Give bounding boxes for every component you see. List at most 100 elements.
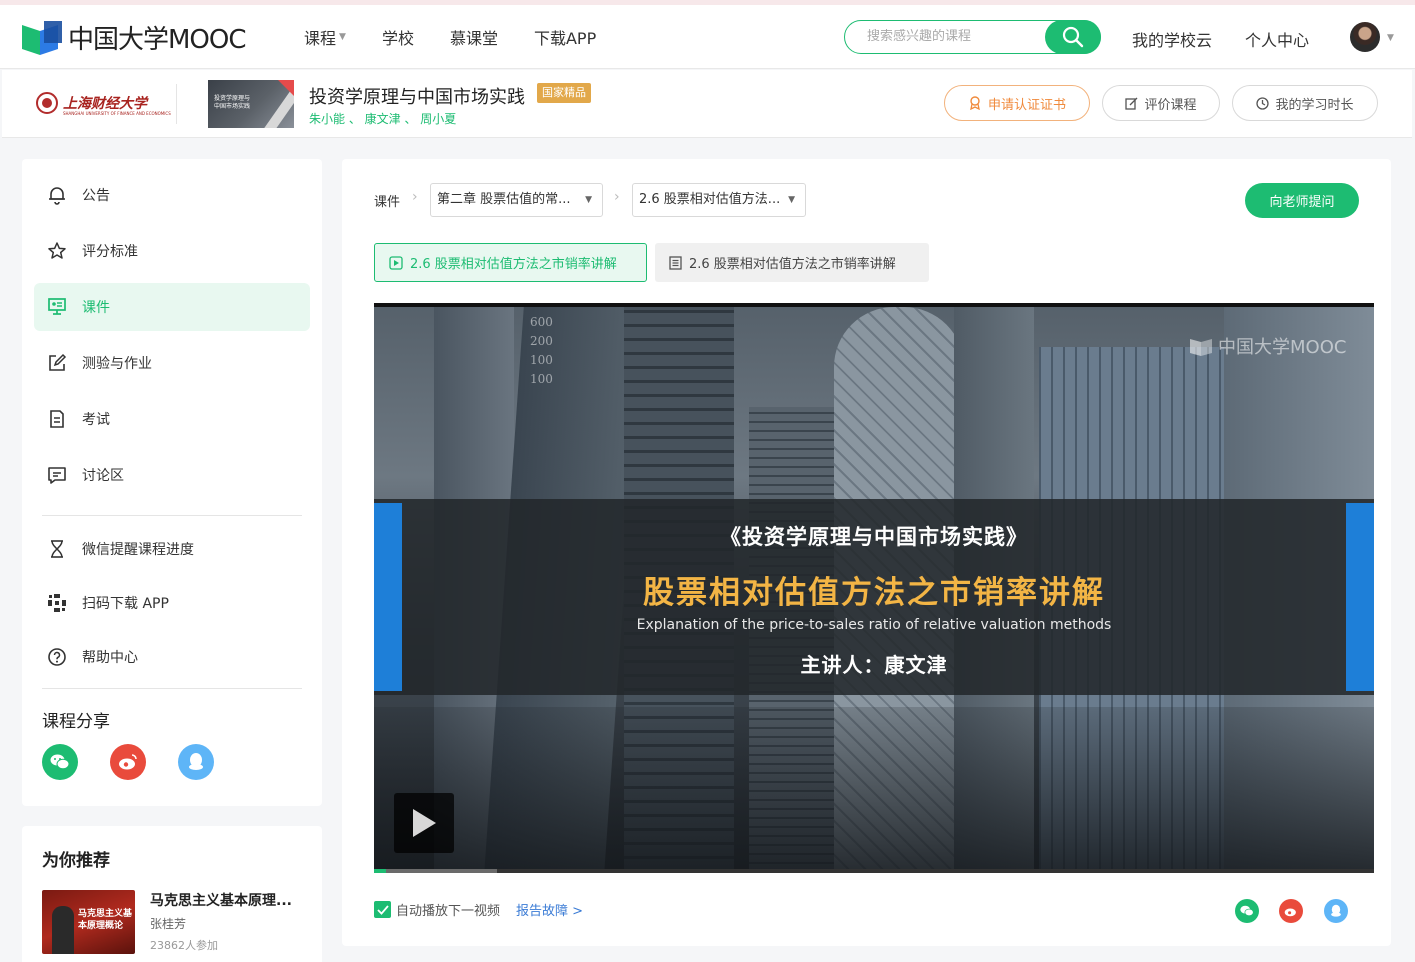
sidebar-item-label: 评分标准 bbox=[82, 244, 138, 260]
recommend-count: 23862人参加 bbox=[150, 939, 218, 952]
ticker-number: 200 bbox=[530, 334, 553, 348]
edit-icon bbox=[46, 352, 68, 374]
main-nav: 课程 ▼ 学校 慕课堂 下载APP bbox=[304, 25, 632, 49]
sidebar-item-label: 帮助中心 bbox=[82, 650, 138, 666]
wechat-share-icon[interactable] bbox=[42, 744, 78, 780]
clock-icon bbox=[1256, 96, 1270, 110]
course-title[interactable]: 投资学原理与中国市场实践 bbox=[309, 83, 525, 109]
button-label: 我的学习时长 bbox=[1275, 97, 1354, 113]
divider bbox=[42, 515, 302, 516]
search-icon bbox=[1062, 26, 1084, 48]
thumb-text: 马克思主义基本原理概论 bbox=[78, 909, 133, 931]
chevron-down-icon: ▼ bbox=[339, 32, 346, 42]
search-input[interactable] bbox=[867, 29, 1037, 44]
check-icon bbox=[376, 904, 389, 915]
chevron-right-icon: › bbox=[412, 189, 418, 205]
weibo-share-icon[interactable] bbox=[1279, 899, 1303, 923]
play-button[interactable] bbox=[394, 793, 454, 853]
autoplay-checkbox[interactable] bbox=[374, 901, 391, 918]
course-thumbnail[interactable]: 投资学原理与中国市场实践 bbox=[208, 80, 294, 128]
top-header: 中国大学MOOC 课程▼ 学校 慕课堂 下载APP 我的学校云 个人中心 ▼ bbox=[0, 5, 1415, 69]
autoplay-label[interactable]: 自动播放下一视频 bbox=[396, 900, 500, 919]
ticker-number: 100 bbox=[530, 353, 553, 367]
apply-certificate-button[interactable]: 申请认证证书 bbox=[944, 85, 1090, 121]
sidebar-item-grading[interactable]: 评分标准 bbox=[34, 227, 310, 275]
nav-classroom[interactable]: 慕课堂 bbox=[450, 25, 498, 49]
star-icon bbox=[46, 240, 68, 262]
tab-document[interactable]: 2.6 股票相对估值方法之市销率讲解 bbox=[655, 243, 929, 282]
video-frame: 600 200 100 100 中国大学MOOC 《投资学原理与中国市场实践》 … bbox=[374, 307, 1374, 873]
tab-label: 2.6 股票相对估值方法之市销率讲解 bbox=[689, 257, 896, 272]
search-button[interactable] bbox=[1045, 20, 1101, 54]
national-quality-badge: 国家精品 bbox=[537, 83, 591, 103]
video-lecture-title: 股票相对估值方法之市销率讲解 bbox=[643, 575, 1105, 611]
qrcode-icon bbox=[46, 592, 68, 614]
chevron-right-icon: › bbox=[614, 189, 620, 205]
bell-icon bbox=[46, 184, 68, 206]
play-square-icon bbox=[389, 255, 403, 270]
recommend-panel: 为你推荐 马克思主义基本原理概论 马克思主义基本原理... 张桂芳 23862人… bbox=[22, 826, 322, 962]
button-label: 评价课程 bbox=[1144, 97, 1197, 113]
sidebar-item-help[interactable]: 帮助中心 bbox=[34, 633, 310, 681]
mooc-logo-icon bbox=[22, 20, 62, 55]
divider bbox=[42, 688, 302, 689]
recommend-teacher: 张桂芳 bbox=[150, 917, 187, 931]
divider bbox=[176, 84, 177, 124]
sidebar-item-label: 课件 bbox=[82, 300, 110, 316]
chevron-down-icon: ▼ bbox=[585, 195, 592, 205]
video-progress-bar[interactable] bbox=[374, 869, 1374, 873]
autoplay-option: 自动播放下一视频 报告故障 > bbox=[374, 900, 583, 919]
sidebar-item-announcement[interactable]: 公告 bbox=[34, 171, 310, 219]
nav-courses[interactable]: 课程 ▼ bbox=[304, 25, 346, 49]
report-issue-link[interactable]: 报告故障 > bbox=[516, 900, 583, 919]
avatar[interactable] bbox=[1350, 22, 1380, 52]
sidebar-item-download-app[interactable]: 扫码下载 APP bbox=[34, 579, 310, 627]
sidebar-item-wechat-reminder[interactable]: 微信提醒课程进度 bbox=[34, 525, 310, 573]
school-logo[interactable]: 上海财经大学 SHANGHAI UNIVERSITY OF FINANCE AN… bbox=[36, 92, 171, 116]
watermark-text: 中国大学MOOC bbox=[1218, 337, 1347, 358]
study-time-button[interactable]: 我的学习时长 bbox=[1232, 85, 1378, 121]
qq-share-icon[interactable] bbox=[1324, 899, 1348, 923]
chevron-down-icon[interactable]: ▼ bbox=[1387, 33, 1394, 43]
course-teachers[interactable]: 朱小能 、 康文津 、 周小夏 bbox=[309, 110, 456, 127]
recommend-course-name[interactable]: 马克思主义基本原理... bbox=[150, 890, 300, 910]
ticker-number: 100 bbox=[530, 372, 553, 386]
nav-schools[interactable]: 学校 bbox=[382, 25, 414, 49]
recommend-thumbnail[interactable]: 马克思主义基本原理概论 bbox=[42, 890, 135, 954]
ticker-number: 600 bbox=[530, 315, 553, 329]
sidebar-item-courseware[interactable]: 课件 bbox=[34, 283, 310, 331]
school-name: 上海财经大学 bbox=[63, 96, 147, 112]
ask-teacher-button[interactable]: 向老师提问 bbox=[1245, 183, 1359, 218]
comment-icon bbox=[46, 464, 68, 486]
sidebar-item-exam[interactable]: 考试 bbox=[34, 395, 310, 443]
sidebar-item-quiz[interactable]: 测验与作业 bbox=[34, 339, 310, 387]
thumb-text: 投资学原理与中国市场实践 bbox=[214, 95, 251, 110]
rate-course-button[interactable]: 评价课程 bbox=[1102, 85, 1220, 121]
chapter-select[interactable]: 第二章 股票估值的常... ▼ bbox=[430, 183, 603, 217]
thumb-person bbox=[52, 906, 74, 954]
share-title: 课程分享 bbox=[42, 712, 110, 732]
tab-label: 2.6 股票相对估值方法之市销率讲解 bbox=[410, 257, 617, 272]
personal-center-link[interactable]: 个人中心 bbox=[1245, 27, 1309, 51]
breadcrumb: 课件 bbox=[374, 195, 401, 210]
nav-label: 慕课堂 bbox=[449, 29, 498, 48]
logo-text: 中国大学MOOC bbox=[68, 25, 247, 55]
video-lecturer: 主讲人：康文津 bbox=[800, 653, 948, 677]
sidebar-item-label: 微信提醒课程进度 bbox=[82, 542, 194, 558]
qq-share-icon[interactable] bbox=[178, 744, 214, 780]
video-watermark: 中国大学MOOC bbox=[1190, 333, 1346, 359]
nav-download-app[interactable]: 下载APP bbox=[534, 25, 596, 49]
video-player[interactable]: 600 200 100 100 中国大学MOOC 《投资学原理与中国市场实践》 … bbox=[374, 303, 1374, 873]
progress-played bbox=[374, 869, 386, 873]
award-icon bbox=[970, 96, 980, 110]
site-logo[interactable]: 中国大学MOOC bbox=[22, 19, 247, 56]
sidebar-item-label: 公告 bbox=[82, 188, 110, 204]
weibo-share-icon[interactable] bbox=[110, 744, 146, 780]
lesson-select[interactable]: 2.6 股票相对估值方法... ▼ bbox=[632, 183, 806, 217]
search-box bbox=[844, 20, 1101, 54]
sidebar-item-discussion[interactable]: 讨论区 bbox=[34, 451, 310, 499]
school-cloud-link[interactable]: 我的学校云 bbox=[1132, 27, 1212, 51]
wechat-share-icon[interactable] bbox=[1235, 899, 1259, 923]
nav-label: 课程 bbox=[304, 29, 337, 48]
tab-video[interactable]: 2.6 股票相对估值方法之市销率讲解 bbox=[374, 243, 647, 282]
